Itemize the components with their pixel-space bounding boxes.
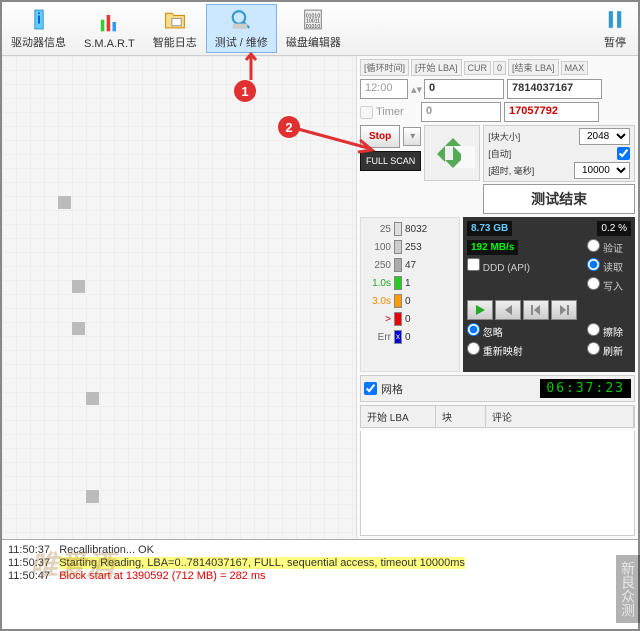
end-lba-field[interactable]: 7814037167 [507,79,602,99]
binary-icon: 010101001101010 [299,7,327,32]
timeout-select[interactable]: 10000 [574,162,630,179]
right-panel: [循环时间] [开始 LBA] CUR 0 [结束 LBA] MAX 12:00… [357,56,638,539]
log-line: 11:50:37 Recallibration... OK [8,544,632,556]
cur-val: 0 [493,61,506,75]
test-icon [227,7,255,32]
tb-label: 测试 / 维修 [215,34,268,50]
legend-row: 25047 [365,258,455,272]
arrow-right[interactable] [453,146,475,168]
nav-arrows [424,125,480,181]
tb-smart[interactable]: S.M.A.R.T [75,4,144,53]
legend-row: 1.0s1 [365,276,455,290]
auto-label: [自动] [488,147,511,160]
legend-row: 3.0s0 [365,294,455,308]
remap-radio[interactable]: 重新映射 [467,342,523,358]
elapsed-time: 06:37:23 [540,379,631,398]
arrow-left[interactable] [429,146,445,162]
scan-grid [2,56,357,539]
info-icon: i [25,7,53,32]
pause-icon [601,7,629,32]
tb-label: 智能日志 [153,34,197,50]
tb-pause[interactable]: 暂停 [592,4,638,53]
loop-time-label: [循环时间] [360,59,409,76]
start-lba-label: [开始 LBA] [411,59,462,76]
stats-panel: 8.73 GB 0.2 % 192 MB/s 验证 DDD (API) 读取 写… [463,217,635,372]
log-line: 11:50:47 Block start at 1390592 (712 MB)… [8,570,632,582]
test-result: 测试结束 [483,184,635,214]
ignore-radio[interactable]: 忽略 [467,323,503,339]
col-comment[interactable]: 评论 [486,406,634,427]
timer-checkbox[interactable] [360,106,373,119]
svg-text:01010: 01010 [306,24,321,30]
timer-start-field: 0 [421,102,501,122]
pct-stat: 0.2 [601,223,615,234]
full-scan-button[interactable]: FULL SCAN [360,151,421,171]
block-size-select[interactable]: 2048 [579,128,630,145]
tb-label: 驱动器信息 [11,34,66,50]
tb-drive-info[interactable]: i 驱动器信息 [2,4,75,53]
tb-disk-editor[interactable]: 010101001101010 磁盘编辑器 [277,4,350,53]
block [72,322,85,335]
table-header: 开始 LBA 块 评论 [360,405,635,428]
auto-checkbox[interactable] [617,147,630,160]
cur-label[interactable]: CUR [464,61,492,75]
tb-label: 暂停 [604,34,626,50]
col-start-lba[interactable]: 开始 LBA [361,406,436,427]
speed-stat: 192 MB/s [467,240,518,255]
timer-label: Timer [376,106,418,118]
toolbar: i 驱动器信息 S.M.A.R.T 智能日志 测试 / 维修 010101001… [2,2,638,56]
tb-label: 磁盘编辑器 [286,34,341,50]
block [86,490,99,503]
current-lba-field: 17057792 [504,102,599,122]
play-button[interactable] [467,300,493,320]
block-opts: [块大小] 2048 [自动] [超时, 毫秒] 10000 [483,125,635,182]
table-body [360,431,635,536]
verify-radio[interactable]: 验证 [587,244,623,255]
legend-row: 100253 [365,240,455,254]
erase-radio[interactable]: 擦除 [587,323,623,339]
max-label[interactable]: MAX [561,61,589,75]
end-lba-label: [结束 LBA] [508,59,559,76]
log-panel: 11:50:37 Recallibration... OK11:50:37 St… [2,539,638,611]
col-block[interactable]: 块 [436,406,486,427]
time-field[interactable]: 12:00 [360,79,408,99]
block [72,280,85,293]
grid-checkbox[interactable] [364,382,377,395]
legend: 258032 100253 25047 1.0s1 3.0s0 >0 Errx0 [360,217,460,372]
grid-label: 网格 [381,381,403,397]
legend-row: 258032 [365,222,455,236]
block-size-label: [块大小] [488,130,520,143]
read-radio[interactable]: 读取 [587,258,623,274]
legend-row: Errx0 [365,330,455,344]
log-line: 11:50:37 Starting Reading, LBA=0..781403… [8,557,632,569]
tb-test-repair[interactable]: 测试 / 维修 [206,4,277,53]
block [86,392,99,405]
step-fwd-button[interactable] [551,300,577,320]
folder-icon [161,7,189,32]
svg-text:i: i [36,12,40,28]
arrow-up[interactable] [445,130,461,146]
tb-smart-log[interactable]: 智能日志 [144,4,206,53]
toolbar-spacer [350,4,592,53]
tb-label: S.M.A.R.T [84,38,135,50]
smart-icon [95,8,123,36]
write-radio[interactable]: 写入 [587,277,623,293]
time-spinner[interactable]: ▴▾ [411,83,421,96]
size-stat: 8.73 GB [467,221,512,236]
ddd-check[interactable]: DDD (API) [467,258,530,274]
start-lba-field[interactable]: 0 [424,79,504,99]
content: [循环时间] [开始 LBA] CUR 0 [结束 LBA] MAX 12:00… [2,56,638,539]
refresh-radio[interactable]: 刷新 [587,342,623,358]
stop-button[interactable]: Stop [360,125,400,148]
dropdown-button[interactable]: ▾ [403,127,421,146]
block [58,196,71,209]
step-back-button[interactable] [523,300,549,320]
legend-row: >0 [365,312,455,326]
prev-button[interactable] [495,300,521,320]
grid-row: 网格 06:37:23 [360,375,635,402]
timeout-label: [超时, 毫秒] [488,164,534,177]
